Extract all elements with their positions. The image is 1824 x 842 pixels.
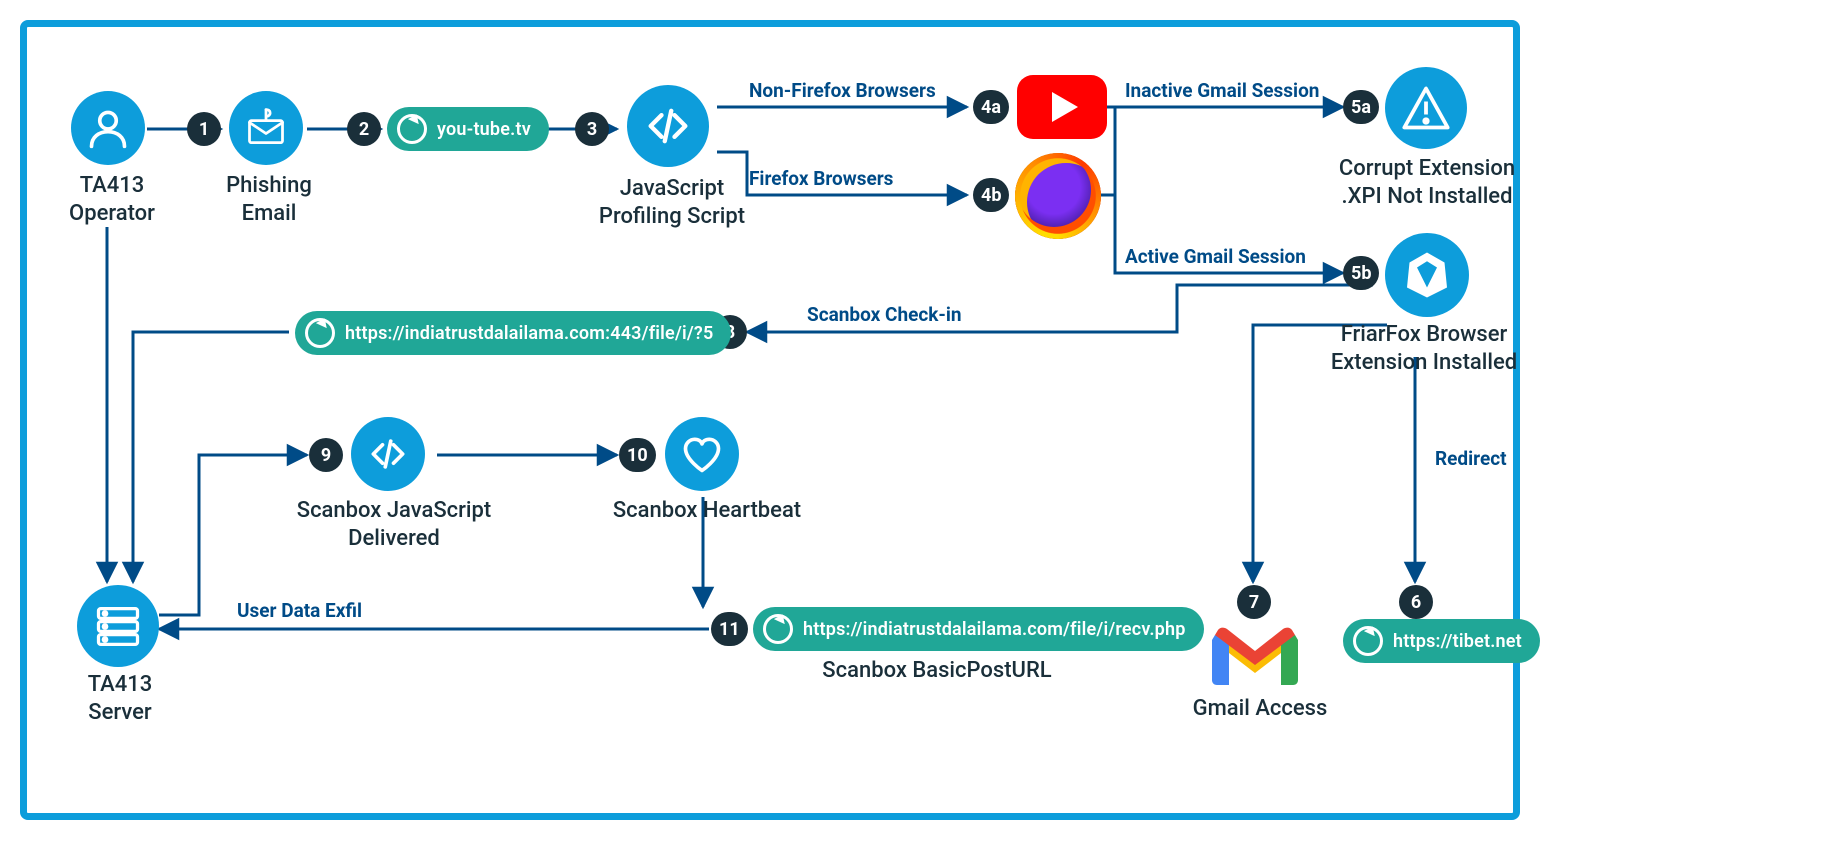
warning-icon	[1385, 67, 1467, 149]
step-10-badge: 10	[619, 438, 656, 472]
corrupt-caption: Corrupt Extension .XPI Not Installed	[1327, 155, 1527, 210]
phishing-caption: Phishing Email	[209, 172, 329, 227]
step-5a-badge: 5a	[1343, 90, 1379, 124]
step-5b-badge: 5b	[1343, 256, 1379, 290]
edge-checkin: Scanbox Check-in	[807, 303, 962, 326]
step-3-badge: 3	[575, 112, 609, 146]
server-icon	[77, 585, 159, 667]
reload-icon	[1353, 626, 1383, 656]
edge-non-firefox: Non-Firefox Browsers	[749, 79, 936, 102]
diagram-panel: TA413 Operator 1 Phishing Email 2	[20, 20, 1520, 820]
step-7-badge: 7	[1237, 585, 1271, 619]
url-pill-checkin: https://indiatrustdalailama.com:443/file…	[295, 311, 731, 355]
heartbeat-caption: Scanbox Heartbeat	[597, 497, 817, 525]
url-pill-recv: https://indiatrustdalailama.com/file/i/r…	[753, 607, 1204, 651]
phishing-icon	[229, 91, 303, 165]
operator-caption: TA413 Operator	[57, 172, 167, 227]
url-pill-tibet: https://tibet.net	[1343, 619, 1540, 663]
scanjs-caption: Scanbox JavaScript Delivered	[289, 497, 499, 552]
gmail-icon	[1207, 623, 1303, 693]
edge-firefox: Firefox Browsers	[749, 167, 893, 190]
reload-icon	[397, 114, 427, 144]
reload-icon	[305, 318, 335, 348]
edge-exfil: User Data Exfil	[237, 599, 362, 622]
reload-icon	[763, 614, 793, 644]
friarfox-caption: FriarFox Browser Extension Installed	[1319, 321, 1529, 376]
operator-caption-l1: TA413	[80, 173, 145, 198]
edge-inactive-gmail: Inactive Gmail Session	[1125, 79, 1319, 102]
step-6-badge: 6	[1399, 585, 1433, 619]
url-text: https://tibet.net	[1393, 631, 1522, 652]
fox-icon	[1385, 233, 1469, 317]
step-9-badge: 9	[309, 438, 343, 472]
code-icon	[627, 85, 709, 167]
heart-icon	[665, 417, 739, 491]
step-1-badge: 1	[187, 112, 221, 146]
step-4b-badge: 4b	[973, 178, 1009, 212]
step-2-badge: 2	[347, 112, 381, 146]
firefox-icon	[1015, 153, 1101, 239]
server-caption: TA413 Server	[65, 671, 175, 726]
user-icon	[71, 91, 145, 165]
operator-caption-l2: Operator	[69, 201, 155, 226]
edge-redirect: Redirect	[1435, 447, 1507, 470]
url-text: https://indiatrustdalailama.com/file/i/r…	[803, 619, 1186, 640]
gmail-caption: Gmail Access	[1185, 695, 1335, 723]
url-text: https://indiatrustdalailama.com:443/file…	[345, 323, 713, 344]
step-4a-badge: 4a	[973, 90, 1009, 124]
url-text: you-tube.tv	[437, 119, 531, 140]
step-11-badge: 11	[711, 612, 748, 646]
youtube-icon	[1017, 75, 1107, 139]
url-pill-youtube-tv: you-tube.tv	[387, 107, 549, 151]
edge-active-gmail: Active Gmail Session	[1125, 245, 1306, 268]
code-icon	[351, 417, 425, 491]
basicpost-caption: Scanbox BasicPostURL	[787, 657, 1087, 685]
js-caption: JavaScript Profiling Script	[587, 175, 757, 230]
